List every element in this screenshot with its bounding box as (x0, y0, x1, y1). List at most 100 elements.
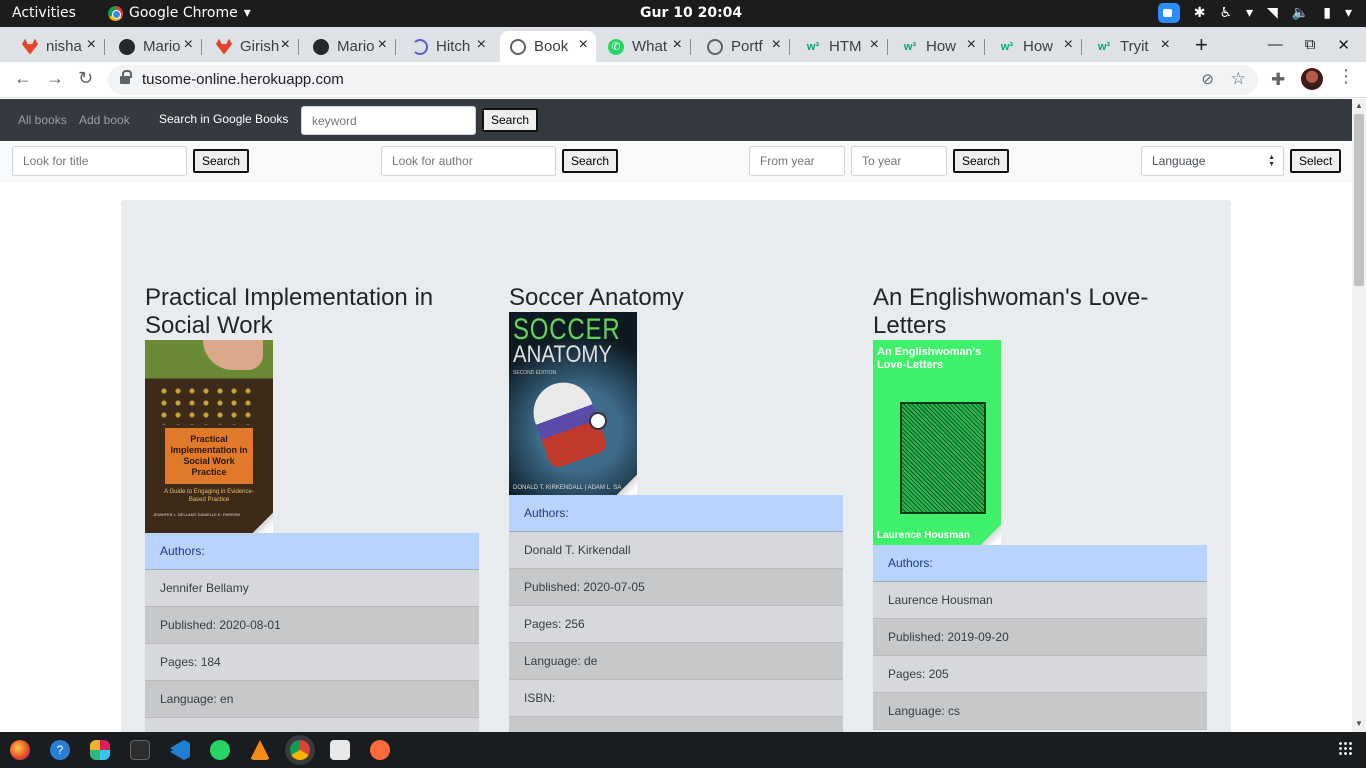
close-icon[interactable]: × (281, 36, 290, 54)
eye-off-icon[interactable]: ⊘ (1201, 70, 1214, 88)
tab-separator (984, 39, 985, 55)
clock[interactable]: Gur 10 20:04 (640, 5, 742, 21)
page-scrollbar[interactable]: ▲ ▼ (1352, 99, 1366, 732)
close-icon[interactable]: × (673, 36, 682, 54)
tab-girish[interactable]: Girish × (206, 31, 299, 62)
sublime-icon[interactable] (370, 740, 390, 760)
close-icon[interactable]: × (1161, 36, 1170, 54)
minimize-icon[interactable]: — (1268, 36, 1283, 54)
author-search-input[interactable] (381, 146, 556, 176)
dock: ? (0, 732, 1366, 768)
scrollbar-thumb[interactable] (1354, 114, 1364, 286)
tab-portfolio[interactable]: Portf × (697, 31, 790, 62)
tab-hitch[interactable]: Hitch × (402, 31, 494, 62)
tab-w3-tryit[interactable]: w³ Tryit × (1086, 31, 1178, 62)
title-search-input[interactable] (12, 146, 187, 176)
scroll-up-arrow-icon[interactable]: ▲ (1355, 101, 1363, 110)
firefox-icon[interactable] (10, 740, 30, 760)
tab-w3-html[interactable]: w³ HTM × (795, 31, 888, 62)
address-bar[interactable]: tusome-online.herokuapp.com ⊘ ☆ (108, 65, 1258, 95)
vscode-icon[interactable] (170, 740, 190, 760)
whatsapp-icon[interactable] (210, 740, 230, 760)
tab-nisha[interactable]: nisha × (12, 31, 105, 62)
close-icon[interactable]: × (477, 36, 486, 54)
tab-w3-how-2[interactable]: w³ How × (989, 31, 1082, 62)
activities-button[interactable]: Activities (12, 5, 76, 21)
app-menu[interactable]: Google Chrome ▾ (108, 5, 251, 21)
book-cover-image[interactable]: Practical Implementation in Social Work … (145, 340, 273, 533)
bookmark-star-icon[interactable]: ☆ (1231, 69, 1246, 89)
tab-title: How (1023, 38, 1054, 55)
battery-icon[interactable]: ▮ (1323, 5, 1331, 21)
extensions-puzzle-icon[interactable]: ✚ (1271, 70, 1285, 90)
book-cover-image[interactable]: An Englishwoman's Love-Letters Laurence … (873, 340, 1001, 545)
close-icon[interactable]: × (87, 36, 96, 54)
tab-separator (690, 39, 691, 55)
chrome-icon[interactable] (290, 740, 310, 760)
new-tab-button[interactable]: + (1195, 32, 1208, 58)
close-icon[interactable]: × (772, 36, 781, 54)
close-icon[interactable]: × (184, 36, 193, 54)
help-icon[interactable]: ? (50, 740, 70, 760)
close-icon[interactable]: × (967, 36, 976, 54)
slack-icon[interactable] (90, 740, 110, 760)
book-title[interactable]: An Englishwoman's Love-Letters (873, 284, 1207, 340)
wifi-icon[interactable]: ◥ (1267, 5, 1278, 21)
published-date: Published: 2020-07-05 (509, 569, 843, 606)
tab-whatsapp[interactable]: ✆ What × (598, 31, 691, 62)
tab-w3-how[interactable]: w³ How × (892, 31, 985, 62)
from-year-input[interactable] (749, 146, 845, 176)
book-cover-image[interactable]: SOCCER ANATOMY SECOND EDITION DONALD T. … (509, 312, 637, 495)
tab-books-active[interactable]: Book × (500, 31, 596, 62)
url-text[interactable]: tusome-online.herokuapp.com (142, 71, 344, 88)
filter-bar: Search Search Search Language ▲▼ Select (0, 141, 1352, 183)
more-menu-icon[interactable]: ⋮ (1337, 66, 1355, 87)
google-books-search-button[interactable]: Search (482, 108, 539, 132)
language-select-button[interactable]: Select (1290, 149, 1342, 173)
tab-separator (104, 39, 105, 55)
accessibility-icon[interactable]: ♿ (1219, 5, 1232, 21)
close-icon[interactable]: × (1064, 36, 1073, 54)
close-icon[interactable]: × (378, 36, 387, 54)
lock-icon[interactable] (120, 70, 132, 85)
volume-icon[interactable]: 🔈 (1292, 5, 1309, 21)
zoom-icon[interactable] (1157, 3, 1180, 23)
to-year-input[interactable] (851, 146, 947, 176)
slack-tray-icon[interactable]: ✱ (1194, 5, 1206, 21)
globe-icon (510, 38, 526, 55)
book-title[interactable]: Soccer Anatomy (509, 284, 843, 312)
google-books-search-input[interactable] (301, 106, 476, 135)
tab-separator (887, 39, 888, 55)
cover-title-text: An Englishwoman's Love-Letters (877, 346, 982, 371)
window-controls: — ⧉ ✕ (1268, 36, 1350, 54)
cover-title-line1: SOCCER (513, 313, 621, 346)
nav-all-books[interactable]: All books (18, 113, 67, 127)
year-search-button[interactable]: Search (953, 149, 1010, 173)
maximize-icon[interactable]: ⧉ (1305, 36, 1316, 54)
cover-edition: SECOND EDITION (513, 370, 557, 376)
published-date: Published: 2020-08-01 (145, 607, 479, 644)
terminal-icon[interactable] (130, 740, 150, 760)
close-icon[interactable]: × (870, 36, 879, 54)
system-menu-arrow-icon[interactable]: ▾ (1345, 5, 1352, 21)
forward-arrow-icon[interactable]: → (46, 68, 64, 89)
tab-mario[interactable]: Mario × (109, 31, 202, 62)
reload-icon[interactable]: ↻ (78, 68, 93, 89)
w3schools-icon: w³ (806, 40, 820, 53)
tray-menu-arrow-icon[interactable]: ▾ (1246, 5, 1253, 21)
scroll-down-arrow-icon[interactable]: ▼ (1355, 719, 1363, 728)
list-item (509, 717, 843, 732)
language-select[interactable]: Language ▲ ▼ (1141, 146, 1284, 176)
title-search-button[interactable]: Search (193, 149, 250, 173)
show-apps-grid-icon[interactable] (1338, 741, 1352, 755)
nav-add-book[interactable]: Add book (79, 113, 130, 127)
close-icon[interactable]: × (579, 36, 588, 54)
back-arrow-icon[interactable]: ← (14, 68, 32, 89)
avatar[interactable] (1301, 68, 1323, 90)
window-close-icon[interactable]: ✕ (1337, 36, 1350, 54)
vlc-icon[interactable] (250, 740, 270, 760)
tab-mario-2[interactable]: Mario × (303, 31, 396, 62)
author-search-button[interactable]: Search (562, 149, 619, 173)
files-icon[interactable] (330, 740, 350, 760)
book-title[interactable]: Practical Implementation in Social Work (145, 284, 479, 340)
